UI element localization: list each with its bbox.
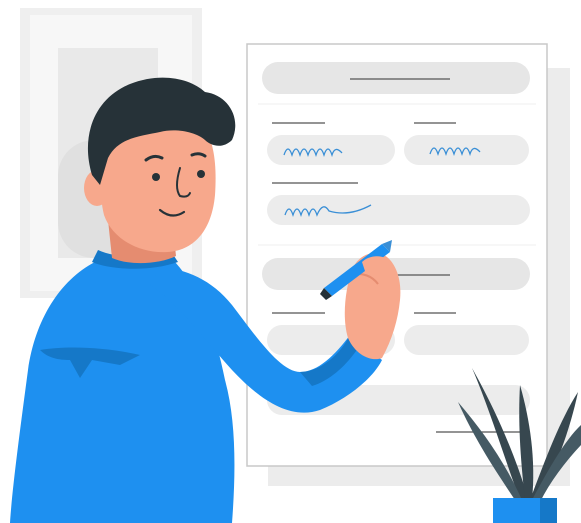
form-field (404, 325, 529, 355)
form-header-bar (262, 62, 530, 94)
form-field (404, 135, 529, 165)
illustration-canvas (10, 8, 581, 523)
